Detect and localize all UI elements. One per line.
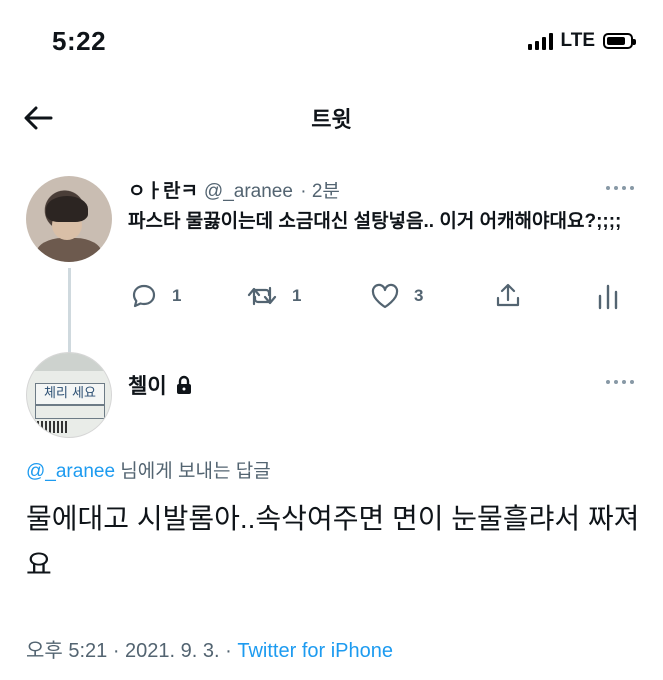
parent-tweet-avatar[interactable] [26,176,112,262]
reply-display-name[interactable]: 첼이 [128,370,167,400]
parent-handle[interactable]: @_aranee [204,181,293,202]
parent-time: · 2분 [300,181,340,202]
network-label: LTE [560,30,595,51]
replying-to-label: 님에게 보내는 답글 [115,461,271,482]
share-button[interactable] [494,282,522,310]
reply-icon [132,284,156,308]
battery-icon [603,33,636,49]
reply-tweet-text: 물에대고 시발롬아..속삭여주면 면이 눈물흘랴서 짜져요 [26,503,640,580]
reply-more-icon[interactable] [606,380,634,384]
like-button[interactable]: 3 [370,282,423,310]
thread-connector-line [68,268,71,354]
status-indicators: LTE [527,30,636,52]
analytics-button[interactable] [596,282,620,310]
status-time: 5:22 [52,26,107,56]
tweet-source[interactable]: Twitter for iPhone [237,640,393,662]
reply-author[interactable]: 첼이 [128,370,193,400]
parent-tweet-actions: 1 1 3 [130,282,630,312]
parent-display-name[interactable]: ㅇㅏ란ㅋ [128,181,198,202]
share-icon [496,283,520,307]
parent-more-icon[interactable] [606,186,634,190]
page-title: 트윗 [311,107,352,132]
signal-icon [527,32,553,50]
tweet-timestamp[interactable]: 오후 5:21 · 2021. 9. 3. · [26,640,237,662]
reply-button[interactable]: 1 [130,282,181,310]
tweet-meta: 오후 5:21 · 2021. 9. 3. · Twitter for iPho… [26,634,393,663]
like-count: 3 [414,286,424,305]
retweet-icon [247,286,277,306]
lock-icon [176,375,191,394]
retweet-count: 1 [292,286,302,305]
analytics-icon [598,284,618,310]
replying-to-line: @_aranee 님에게 보내는 답글 [26,456,271,483]
reply-tweet-avatar[interactable]: 체리 세요 [26,352,112,438]
parent-tweet-header: ㅇㅏ란ㅋ @_aranee · 2분 [128,176,340,203]
heart-icon [371,283,399,309]
replying-to-mention[interactable]: @_aranee [26,461,115,482]
retweet-button[interactable]: 1 [246,282,301,310]
avatar-label-text: 체리 세요 [35,383,105,405]
reply-count: 1 [172,286,182,305]
parent-tweet-text: 파스타 물끓이는데 소금대신 설탕넣음.. 이거 어캐해야대요?;;;; [128,211,622,232]
